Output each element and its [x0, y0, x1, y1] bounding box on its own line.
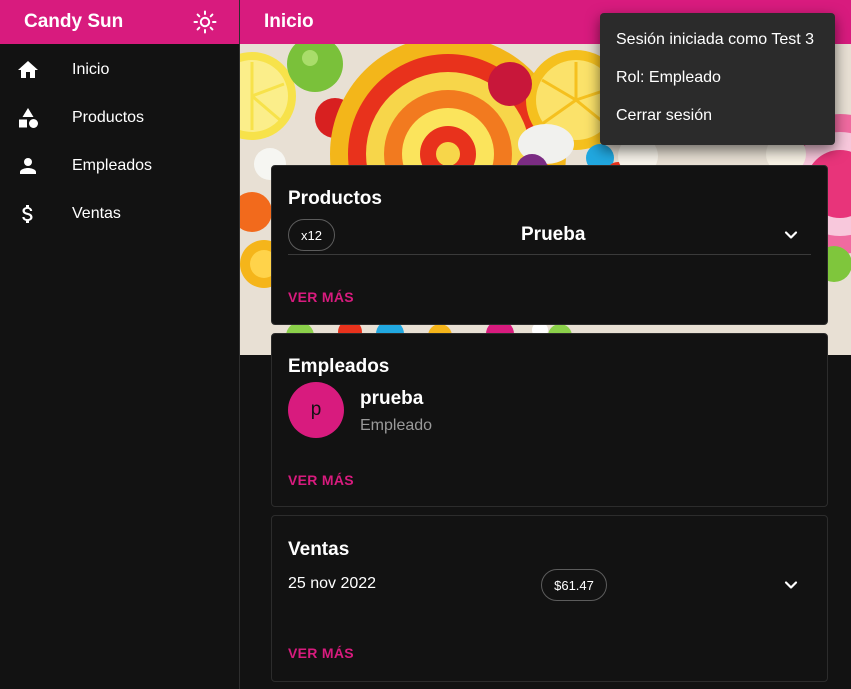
ventas-card: Ventas 25 nov 2022 $61.47 VER MÁS [271, 515, 828, 682]
card-title: Ventas [288, 539, 350, 560]
sidebar-item-productos[interactable]: Productos [0, 94, 239, 142]
quantity-chip: x12 [288, 219, 335, 251]
product-name: Prueba [521, 224, 586, 245]
chevron-down-icon [784, 581, 798, 589]
home-icon [16, 58, 40, 82]
sidebar-item-empleados[interactable]: Empleados [0, 142, 239, 190]
sidebar-item-label: Ventas [72, 205, 121, 222]
ver-mas-empleados-button[interactable]: VER MÁS [288, 472, 354, 488]
card-title: Productos [288, 188, 382, 209]
menu-item-logout[interactable]: Cerrar sesión [600, 97, 835, 135]
sidebar-item-inicio[interactable]: Inicio [0, 46, 239, 94]
sale-date: 25 nov 2022 [288, 575, 377, 592]
productos-card: Productos x12 Prueba VER MÁS [271, 165, 828, 325]
sale-total-chip: $61.47 [541, 569, 607, 601]
person-icon [16, 154, 40, 178]
dollar-icon [16, 202, 40, 226]
sidebar-header: Candy Sun [0, 0, 239, 44]
theme-toggle-button[interactable] [191, 8, 219, 36]
expand-button[interactable] [779, 573, 803, 597]
category-icon [16, 106, 40, 130]
card-title: Empleados [288, 356, 390, 377]
sidebar-item-label: Empleados [72, 157, 153, 174]
sidebar: Candy Sun Inicio Productos Empleados Ven… [0, 0, 240, 689]
user-menu: Sesión iniciada como Test 3 Rol: Emplead… [600, 13, 835, 145]
app-brand: Candy Sun [24, 11, 124, 32]
sidebar-item-label: Productos [72, 109, 145, 126]
sidebar-item-ventas[interactable]: Ventas [0, 190, 239, 238]
sun-icon [193, 10, 217, 34]
expand-button[interactable] [779, 223, 803, 247]
page-title: Inicio [264, 11, 314, 32]
chevron-down-icon [784, 231, 798, 239]
ver-mas-productos-button[interactable]: VER MÁS [288, 289, 354, 305]
sidebar-nav: Inicio Productos Empleados Ventas [0, 44, 239, 238]
divider [288, 254, 811, 255]
employee-role: Empleado [360, 417, 433, 434]
menu-item-session-info[interactable]: Sesión iniciada como Test 3 [600, 21, 835, 59]
empleados-card: Empleados p prueba Empleado VER MÁS [271, 333, 828, 507]
employee-name: prueba [360, 388, 424, 409]
menu-item-role[interactable]: Rol: Empleado [600, 59, 835, 97]
ver-mas-ventas-button[interactable]: VER MÁS [288, 645, 354, 661]
sidebar-item-label: Inicio [72, 61, 110, 78]
avatar: p [288, 382, 344, 438]
